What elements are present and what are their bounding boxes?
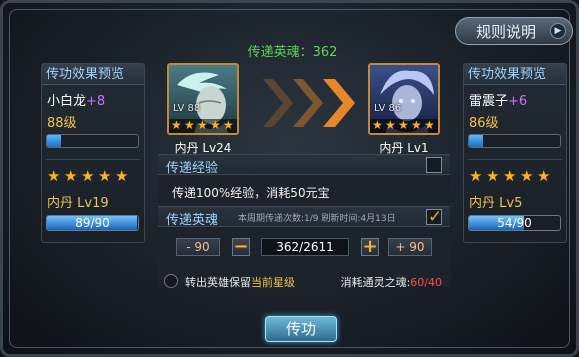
left-dan-bar: 89/90 [46,215,139,231]
star-icon: ★ [372,118,383,132]
right-dan-bar: 54/90 [468,215,561,231]
left-divider [46,159,140,160]
right-hero-level: 86级 [469,116,499,131]
star-icon: ★ [398,118,409,132]
minus-90-button[interactable]: - 90 [176,238,220,256]
star-icon: ★ [520,167,534,185]
star-icon: ★ [197,118,208,132]
soul-transfer-checkbox[interactable]: ✓ [426,207,443,227]
exp-section-title: 传递经验 [166,161,219,176]
left-exp-bar [46,134,139,148]
transfer-arrow-icon [263,79,355,127]
right-preview-panel: 传功效果预览 雷震子+6 86级 ★ ★ ★ ★ ★ 内丹 Lv5 54/90 [463,63,567,243]
source-hero-portrait[interactable]: LV 88 ★ ★ ★ ★ ★ [167,63,239,135]
soul-amount-field[interactable]: 362/2611 [261,238,349,256]
transfer-submit-button[interactable]: 传功 [265,316,337,342]
star-icon: ★ [115,167,129,185]
exp-section-header: 传递经验 [158,154,450,176]
target-hero-level: LV 86 [374,103,402,114]
left-hero-level: 88级 [47,116,77,131]
rules-label: 规则说明 [476,22,537,41]
minus-icon[interactable]: − [232,238,250,256]
star-icon: ★ [469,167,483,185]
source-hero-stars: ★ ★ ★ ★ ★ [169,119,237,133]
star-icon: ★ [47,167,61,185]
right-divider [468,159,562,160]
right-exp-fill [469,135,483,147]
star-icon: ★ [64,167,78,185]
keep-star-radio[interactable] [164,274,178,288]
star-icon: ★ [98,167,112,185]
source-hero-level: LV 88 [173,103,201,114]
star-icon: ★ [223,118,234,132]
exp-description: 传递100%经验，消耗50元宝 [172,186,330,200]
left-panel-title: 传功效果预览 [42,64,144,85]
exp-transfer-checkbox[interactable] [426,157,442,173]
left-dan-label: 内丹 Lv19 [47,196,109,211]
consume-label: 消耗通灵之魂:60/40 [340,276,442,289]
star-icon: ★ [503,167,517,185]
star-icon: ★ [537,167,551,185]
right-dan-value: 54/90 [497,216,532,230]
plus-icon[interactable]: + [361,238,379,256]
transfer-dialog: 规则说明 ▶ 传递英魂：362 传功效果预览 小白龙+8 88级 ★ ★ ★ ★ ★ 内… [0,0,579,357]
star-icon: ★ [385,118,396,132]
left-star-rating: ★ ★ ★ ★ ★ [47,169,130,185]
star-icon: ★ [171,118,182,132]
checkmark-icon: ✓ [428,207,443,227]
star-icon: ★ [424,118,435,132]
left-hero-plus: +8 [86,94,106,109]
star-icon: ★ [184,118,195,132]
star-icon: ★ [210,118,221,132]
play-arrow-icon: ▶ [550,23,566,39]
right-panel-title: 传功效果预览 [464,64,566,85]
star-icon: ★ [81,167,95,185]
left-exp-fill [47,135,61,147]
consume-value: 60/40 [410,276,442,289]
right-dan-label: 内丹 Lv5 [469,196,523,211]
star-icon: ★ [411,118,422,132]
left-hero-name: 小白龙+8 [47,94,106,109]
transfer-souls-title: 传递英魂：362 [247,45,338,60]
soul-section-header: 传递英魂 本周期传递次数:1/9 刷新时间:4月13日 ✓ [158,206,450,228]
plus-90-button[interactable]: + 90 [388,238,432,256]
right-hero-plus: +6 [508,94,528,109]
right-exp-bar [468,134,561,148]
soul-section-title: 传递英魂 [166,213,219,228]
star-icon: ★ [486,167,500,185]
target-hero-stars: ★ ★ ★ ★ ★ [370,119,438,133]
transfer-options-panel: 传递经验 传递100%经验，消耗50元宝 传递英魂 本周期传递次数:1/9 刷新… [158,154,450,289]
left-preview-panel: 传功效果预览 小白龙+8 88级 ★ ★ ★ ★ ★ 内丹 Lv19 89/90 [41,63,145,243]
right-hero-name: 雷震子+6 [469,94,528,109]
left-dan-value: 89/90 [75,216,110,230]
right-star-rating: ★ ★ ★ ★ ★ [469,169,552,185]
target-hero-portrait[interactable]: LV 86 ★ ★ ★ ★ ★ [368,63,440,135]
soul-transfer-info: 本周期传递次数:1/9 刷新时间:4月13日 [238,214,396,224]
keep-star-label: 转出英雄保留当前星级 [185,276,295,289]
keep-star-highlight: 当前星级 [251,276,295,289]
